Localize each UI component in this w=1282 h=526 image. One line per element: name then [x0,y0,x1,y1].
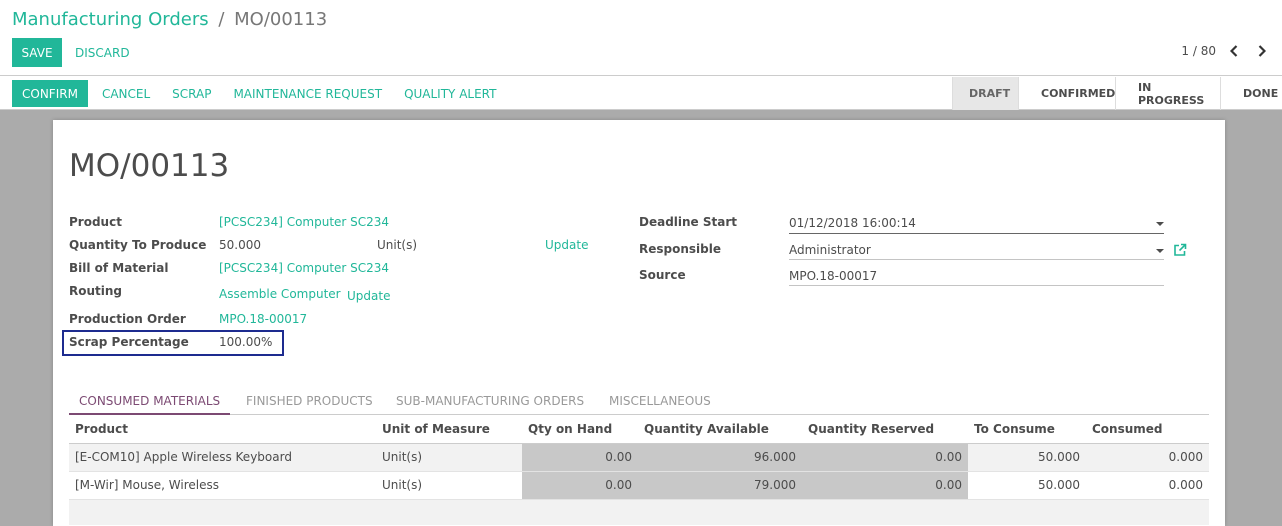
statusbar-buttons: CONFIRM CANCEL SCRAP MAINTENANCE REQUEST… [12,80,496,107]
cell-uom[interactable]: Unit(s) [376,443,522,472]
deadline-start-underline [789,233,1164,234]
table-row[interactable]: [M-Wir] Mouse, Wireless Unit(s) 0.00 79.… [69,471,1209,500]
cell-product[interactable]: [E-COM10] Apple Wireless Keyboard [69,443,376,472]
cancel-button[interactable]: CANCEL [102,87,150,101]
chevron-down-icon[interactable] [1156,249,1164,253]
scrap-percentage-label: Scrap Percentage [69,335,189,349]
breadcrumb-current: MO/00113 [234,9,328,30]
discard-button[interactable]: DISCARD [75,38,130,67]
tab-miscellaneous[interactable]: MISCELLANEOUS [609,388,711,414]
chevron-left-icon[interactable] [1224,40,1244,62]
column-header-consumed[interactable]: Consumed [1086,416,1209,444]
cell-to-consume[interactable]: 50.000 [968,471,1086,500]
product-field[interactable]: [PCSC234] Computer SC234 [219,215,389,229]
source-underline [789,285,1164,286]
breadcrumb-separator: / [218,9,225,30]
tab-consumed-materials[interactable]: CONSUMED MATERIALS [69,388,231,415]
cell-consumed[interactable]: 0.000 [1086,471,1209,500]
empty-cell [69,499,1209,525]
routing-label: Routing [69,284,123,298]
quantity-label: Quantity To Produce [69,238,207,252]
column-header-qty-on-hand[interactable]: Qty on Hand [522,416,638,444]
cell-quantity-reserved: 0.00 [802,443,968,472]
breadcrumb: Manufacturing Orders / MO/00113 [12,9,327,30]
cell-consumed[interactable]: 0.000 [1086,443,1209,472]
consumed-materials-table: Product Unit of Measure Qty on Hand Quan… [69,416,1209,525]
confirm-button[interactable]: CONFIRM [12,80,88,107]
chevron-right-icon[interactable] [1252,40,1272,62]
column-header-quantity-reserved[interactable]: Quantity Reserved [802,416,968,444]
pager-value: 1 / 80 [1181,44,1216,58]
quality-alert-button[interactable]: QUALITY ALERT [404,87,496,101]
chevron-down-icon[interactable] [1156,222,1164,226]
stage-done[interactable]: DONE [1220,77,1282,110]
routing-field[interactable]: Assemble Computer [219,287,341,301]
stage-in-progress[interactable]: IN PROGRESS [1115,77,1220,110]
page-title: MO/00113 [69,148,230,184]
column-header-product[interactable]: Product [69,416,376,444]
source-label: Source [639,268,686,282]
source-input[interactable]: MPO.18-00017 [789,269,877,283]
control-panel: Manufacturing Orders / MO/00113 SAVE DIS… [0,0,1282,76]
cell-qty-on-hand: 0.00 [522,443,638,472]
column-header-uom[interactable]: Unit of Measure [376,416,522,444]
stage-draft[interactable]: DRAFT [952,77,1018,110]
quantity-uom: Unit(s) [377,238,418,252]
tab-sub-manufacturing-orders[interactable]: SUB-MANUFACTURING ORDERS [396,388,584,414]
responsible-label: Responsible [639,242,721,256]
stage-pipeline: DRAFT CONFIRMED IN PROGRESS DONE [952,77,1282,110]
maintenance-request-button[interactable]: MAINTENANCE REQUEST [233,87,382,101]
production-order-field[interactable]: MPO.18-00017 [219,312,307,326]
production-order-label: Production Order [69,312,186,326]
stage-confirmed[interactable]: CONFIRMED [1018,77,1115,110]
deadline-start-input[interactable]: 01/12/2018 16:00:14 [789,216,916,230]
product-label: Product [69,215,122,229]
bom-field[interactable]: [PCSC234] Computer SC234 [219,261,389,275]
cell-quantity-available: 79.000 [638,471,802,500]
statusbar: CONFIRM CANCEL SCRAP MAINTENANCE REQUEST… [0,77,1282,110]
responsible-input[interactable]: Administrator [789,243,871,257]
deadline-start-label: Deadline Start [639,215,738,229]
scrap-button[interactable]: SCRAP [172,87,211,101]
external-link-icon[interactable] [1173,243,1187,257]
cell-qty-on-hand: 0.00 [522,471,638,500]
notebook-tabs: CONSUMED MATERIALS FINISHED PRODUCTS SUB… [69,388,1209,415]
cell-uom[interactable]: Unit(s) [376,471,522,500]
cell-product[interactable]: [M-Wir] Mouse, Wireless [69,471,376,500]
empty-table-row [69,499,1209,525]
routing-update-button[interactable]: Update [347,289,390,303]
responsible-underline [789,259,1164,260]
cell-to-consume[interactable]: 50.000 [968,443,1086,472]
quantity-update-button[interactable]: Update [545,238,588,252]
column-header-quantity-available[interactable]: Quantity Available [638,416,802,444]
bom-label: Bill of Material [69,261,169,275]
cell-quantity-available: 96.000 [638,443,802,472]
table-row[interactable]: [E-COM10] Apple Wireless Keyboard Unit(s… [69,443,1209,472]
cell-quantity-reserved: 0.00 [802,471,968,500]
table-header-row: Product Unit of Measure Qty on Hand Quan… [69,416,1209,444]
scrap-percentage-value: 100.00% [219,335,273,349]
tab-finished-products[interactable]: FINISHED PRODUCTS [246,388,373,414]
quantity-value: 50.000 [219,238,261,252]
save-button[interactable]: SAVE [12,38,62,67]
column-header-to-consume[interactable]: To Consume [968,416,1086,444]
breadcrumb-manufacturing-orders[interactable]: Manufacturing Orders [12,9,209,30]
